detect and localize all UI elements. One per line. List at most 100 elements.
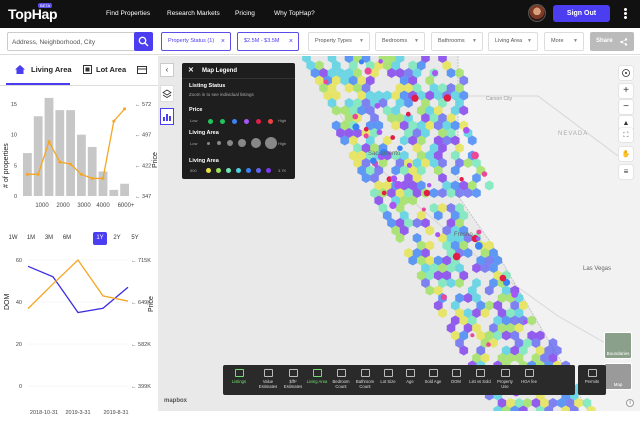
legend-area-dot bbox=[216, 168, 221, 173]
close-icon[interactable]: × bbox=[221, 33, 225, 50]
share-icon bbox=[620, 38, 628, 46]
histogram-bar bbox=[55, 110, 65, 196]
layer-sold-age[interactable]: Sold Age bbox=[421, 365, 445, 395]
map-style-toggle[interactable]: Map bbox=[604, 363, 632, 390]
tab-more-icon[interactable] bbox=[137, 66, 147, 74]
fullscreen-button[interactable]: ⛶ bbox=[619, 128, 633, 142]
search-input[interactable] bbox=[12, 36, 130, 48]
timeframe-1m[interactable]: 1M bbox=[24, 232, 38, 245]
place-label-carson-city: Carson City bbox=[486, 96, 513, 102]
layer-dom[interactable]: DOM bbox=[445, 365, 467, 395]
dropdown-living-area[interactable]: Living Area ▼ bbox=[488, 32, 538, 51]
compass-button[interactable] bbox=[619, 66, 633, 80]
logo[interactable]: TopHap bbox=[8, 6, 58, 22]
listing-dot bbox=[381, 190, 387, 196]
ts-y2-tick: ← 399K bbox=[131, 384, 151, 390]
close-icon[interactable]: ✕ bbox=[188, 63, 194, 79]
legend-size-dot bbox=[265, 137, 277, 149]
legend-price-high: High bbox=[278, 118, 287, 123]
listing-dot bbox=[471, 151, 479, 160]
dropdown-bedrooms[interactable]: Bedrooms ▼ bbox=[375, 32, 425, 51]
nav-research-markets[interactable]: Research Markets bbox=[167, 10, 220, 17]
info-icon[interactable]: i bbox=[626, 399, 634, 407]
histogram-bar bbox=[77, 134, 86, 196]
nav-find-properties[interactable]: Find Properties bbox=[106, 10, 150, 17]
hoa-icon bbox=[524, 369, 534, 377]
nav-why-tophap[interactable]: Why TopHap? bbox=[274, 10, 315, 17]
legend-area-dot bbox=[226, 168, 231, 173]
dropdown-more[interactable]: More ▼ bbox=[544, 32, 584, 51]
zoom-in-button[interactable]: + bbox=[619, 84, 633, 98]
filter-chip-price[interactable]: $2.5M - $3.5M × bbox=[237, 32, 299, 51]
legend-size-dot bbox=[238, 139, 246, 147]
price-line bbox=[27, 259, 129, 310]
listing-dot bbox=[374, 163, 379, 168]
analytics-tool[interactable] bbox=[160, 108, 174, 125]
filter-chip-property-status[interactable]: Property Status (1) × bbox=[161, 32, 231, 51]
layer-living-area[interactable]: Living Area bbox=[305, 365, 329, 395]
list-vs-sold-icon bbox=[475, 369, 485, 377]
timeframe-6m[interactable]: 6M bbox=[60, 232, 74, 245]
layer-hoa-fee[interactable]: HOA fee bbox=[517, 365, 541, 395]
timeframe-3m[interactable]: 3M bbox=[42, 232, 56, 245]
layer-lot-size[interactable]: Lot Size bbox=[377, 365, 399, 395]
dropdown-bathrooms[interactable]: Bathrooms ▼ bbox=[431, 32, 483, 51]
hist-y2-tick: ← 422 bbox=[135, 163, 151, 169]
chevron-down-icon: ▼ bbox=[359, 38, 364, 44]
place-label-nevada: NEVADA bbox=[558, 131, 589, 137]
more-menu-icon[interactable] bbox=[620, 8, 630, 20]
boundaries-toggle[interactable]: Boundaries bbox=[604, 332, 632, 359]
nav-pricing[interactable]: Pricing bbox=[235, 10, 255, 17]
tab-lot-area[interactable]: Lot Area bbox=[96, 65, 126, 74]
street-view-button[interactable]: ✋ bbox=[619, 147, 633, 161]
layer-list-vs-sold[interactable]: List vs Sold bbox=[467, 365, 493, 395]
layer-age[interactable]: Age bbox=[399, 365, 421, 395]
layer-label: Listings bbox=[231, 379, 247, 384]
price-point bbox=[101, 176, 105, 180]
price-point bbox=[58, 160, 62, 164]
listing-dot bbox=[443, 94, 452, 102]
layer-label: Bedroom Count bbox=[332, 379, 350, 389]
layer-label: Permits bbox=[584, 379, 600, 384]
sign-out-button[interactable]: Sign Out bbox=[553, 5, 610, 22]
sold-age-icon bbox=[428, 369, 438, 377]
layer-property-use[interactable]: Property Use bbox=[493, 365, 517, 395]
close-icon[interactable]: × bbox=[289, 33, 293, 50]
layer-label: Age bbox=[406, 379, 414, 384]
ts-y-tick: 20 bbox=[16, 342, 22, 348]
share-button[interactable]: Share bbox=[590, 32, 634, 51]
hist-y2-tick: ← 497 bbox=[135, 133, 151, 139]
dropdown-label: Bathrooms bbox=[438, 38, 465, 44]
tab-living-area[interactable]: Living Area bbox=[31, 65, 72, 74]
legend-price-dot bbox=[268, 119, 273, 124]
map-menu-button[interactable]: ≡ bbox=[619, 165, 633, 179]
listing-dot bbox=[511, 291, 518, 298]
timeframe-1y[interactable]: 1Y bbox=[93, 232, 107, 245]
avatar[interactable] bbox=[528, 4, 546, 22]
listing-dot bbox=[475, 236, 481, 242]
map-style-label: Map bbox=[613, 382, 623, 387]
layer-listings[interactable]: Listings bbox=[227, 365, 251, 395]
permits-icon bbox=[587, 369, 597, 377]
listing-dot bbox=[476, 229, 482, 235]
legend-area-dot bbox=[256, 168, 261, 173]
timeframe-1w[interactable]: 1W bbox=[6, 232, 20, 245]
collapse-panel-button[interactable]: ‹ bbox=[160, 63, 174, 77]
layers-tool[interactable] bbox=[160, 85, 174, 102]
layer-bedroom-count[interactable]: Bedroom Count bbox=[329, 365, 353, 395]
timeframe-5y[interactable]: 5Y bbox=[128, 232, 142, 245]
hist-x-tick: 2000 bbox=[56, 203, 70, 209]
timeframe-2y[interactable]: 2Y bbox=[110, 232, 124, 245]
filter-chip-label: $2.5M - $3.5M bbox=[244, 38, 280, 44]
listing-dot bbox=[435, 232, 441, 238]
layer-permits[interactable]: Permits bbox=[578, 365, 606, 395]
dropdown-property-types[interactable]: Property Types ▼ bbox=[308, 32, 370, 51]
place-label-sacramento: Sacramento bbox=[368, 151, 401, 157]
legend-price-dot bbox=[244, 119, 249, 124]
legend-living-area: Living Area bbox=[189, 130, 219, 136]
layer-value-estimates[interactable]: Value Estimates bbox=[256, 365, 280, 395]
search-button[interactable] bbox=[134, 32, 153, 51]
layer-bathroom-count[interactable]: Bathroom Count bbox=[353, 365, 377, 395]
zoom-out-button[interactable]: − bbox=[619, 100, 633, 114]
layer-price-sqft[interactable]: $/ft² Estimates bbox=[281, 365, 305, 395]
